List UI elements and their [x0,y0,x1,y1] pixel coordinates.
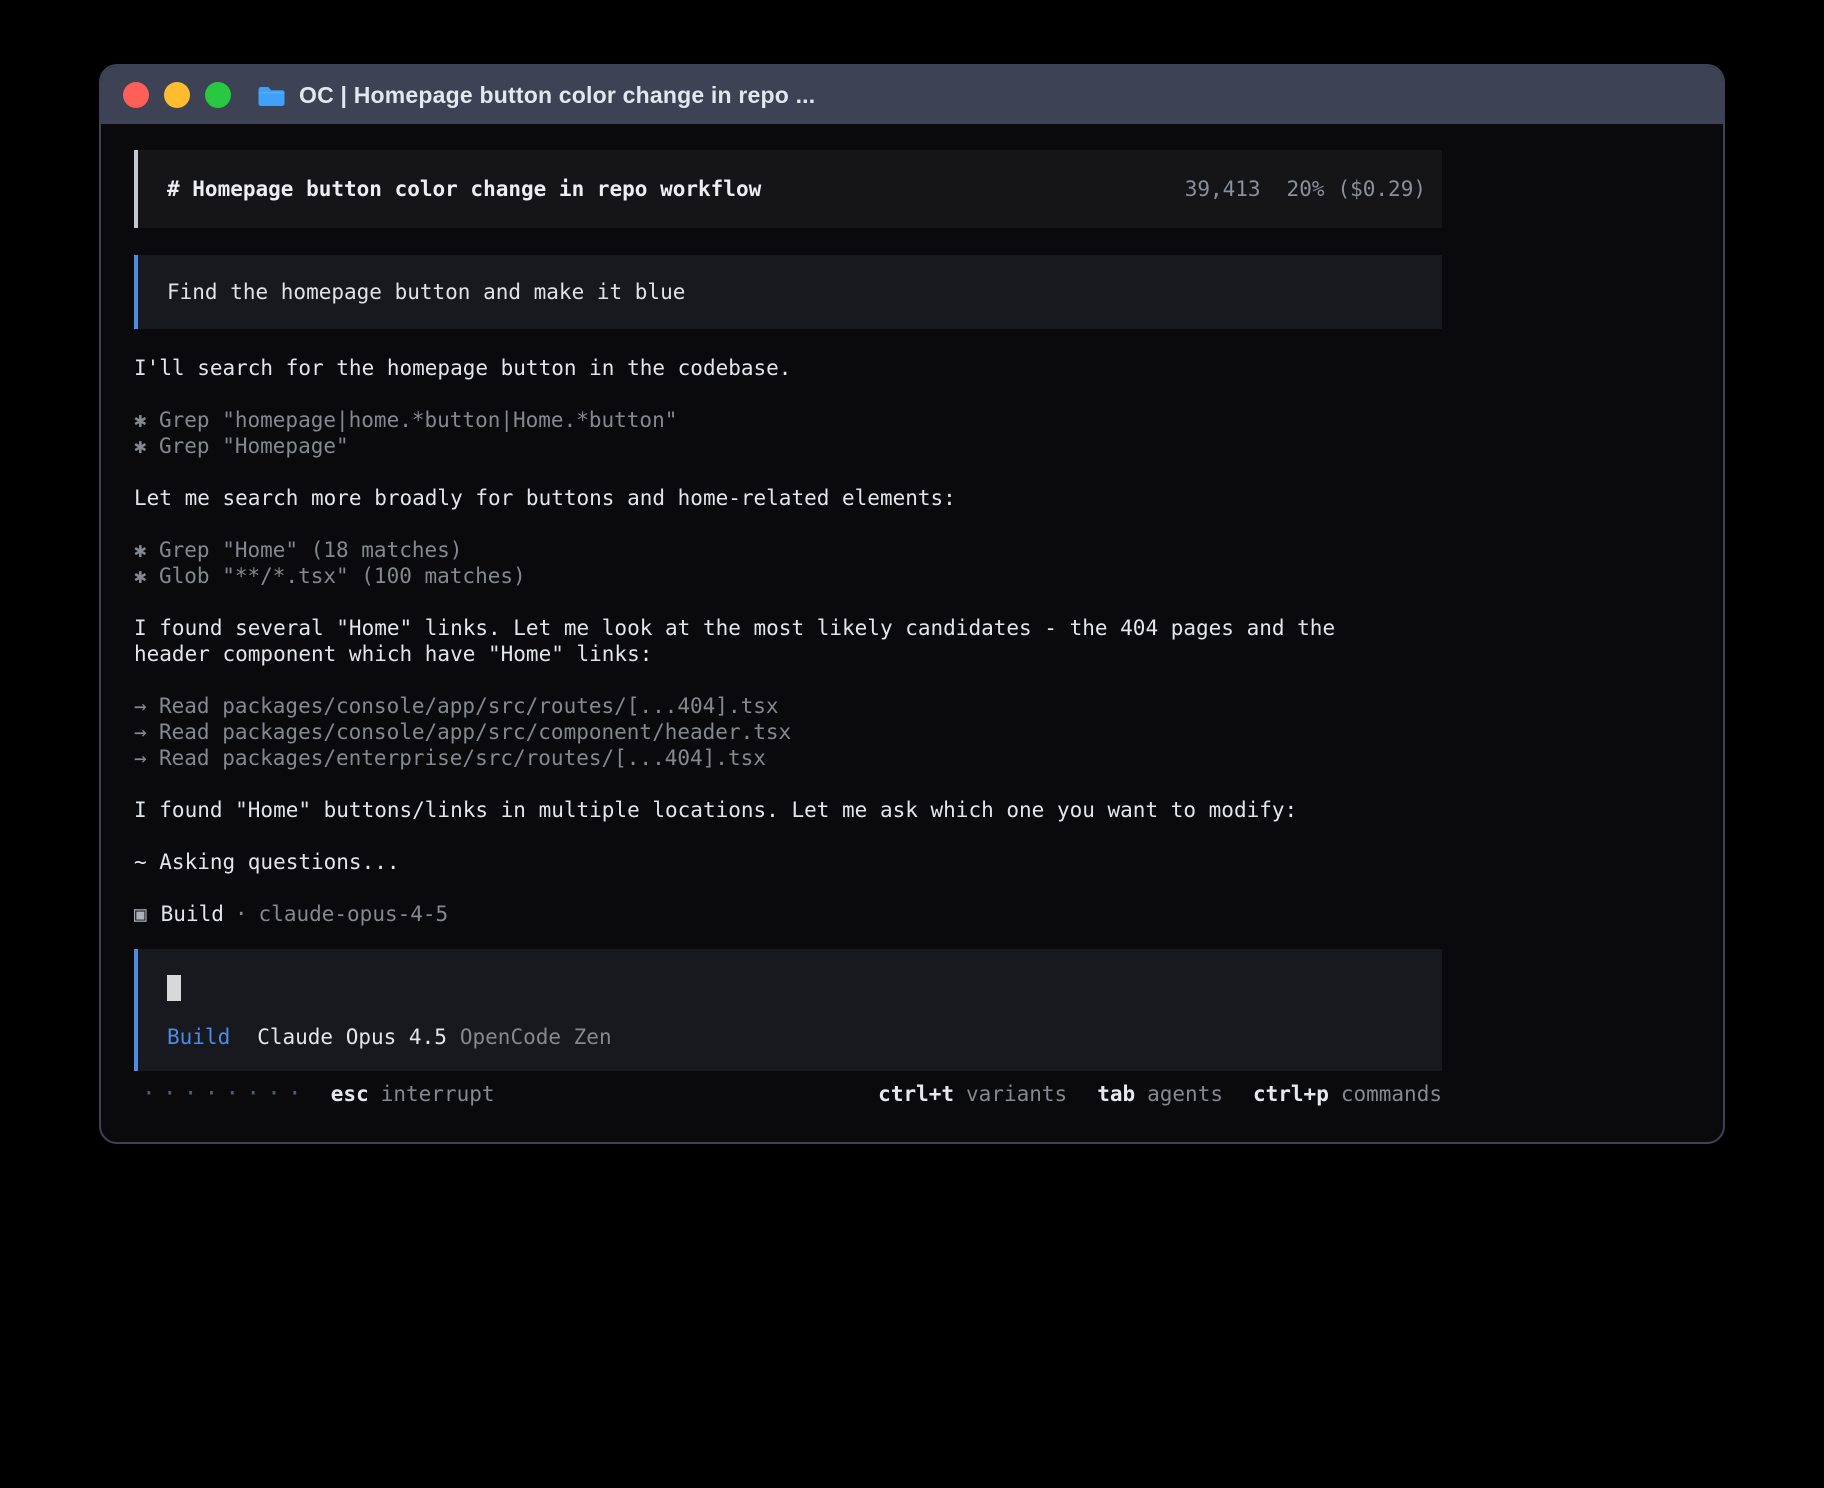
assistant-message: Let me search more broadly for buttons a… [134,485,1442,511]
agent-name: Build [161,901,224,927]
tool-call-text: Grep "Home" (18 matches) [159,538,462,562]
window-title: OC | Homepage button color change in rep… [299,82,815,109]
prompt-input[interactable]: Build Claude Opus 4.5 OpenCode Zen [134,949,1442,1071]
agent-model: claude-opus-4-5 [259,901,449,927]
agent-status-row: ▣ Build · claude-opus-4-5 [134,901,1442,927]
footer-shortcuts: ctrl+t variants tab agents ctrl+p comman… [848,1082,1442,1106]
session-stats: 39,413 20% ($0.29) [1185,177,1426,201]
grep-tool-icon: ✱ [134,407,159,433]
session-header: # Homepage button color change in repo w… [134,150,1442,228]
traffic-lights [123,82,231,108]
tool-call-text: Grep "homepage|home.*button|Home.*button… [159,408,677,432]
footer-left: ········ esc interrupt [134,1081,495,1107]
tool-call-text: Glob "**/*.tsx" (100 matches) [159,564,526,588]
model-name[interactable]: Claude Opus 4.5 [257,1025,447,1049]
session-title: # Homepage button color change in repo w… [167,177,761,201]
agent-square-icon: ▣ [134,901,147,927]
tool-call-line: ✱Grep "homepage|home.*button|Home.*butto… [134,407,1442,433]
window-titlebar[interactable]: OC | Homepage button color change in rep… [101,66,1723,124]
shortcut-variants: ctrl+t variants [878,1082,1067,1106]
terminal-window: OC | Homepage button color change in rep… [99,64,1725,1144]
tool-call-text: Read packages/enterprise/src/routes/[...… [159,746,766,770]
agent-separator: · [235,901,248,927]
tool-call-line: ✱Glob "**/*.tsx" (100 matches) [134,563,1442,589]
tool-call-group: →Read packages/console/app/src/routes/[.… [134,693,1442,771]
tool-call-line: ✱Grep "Home" (18 matches) [134,537,1442,563]
user-message: Find the homepage button and make it blu… [134,255,1442,329]
status-footer: ········ esc interrupt ctrl+t variants t… [134,1081,1442,1107]
tool-call-line: →Read packages/enterprise/src/routes/[..… [134,745,1442,771]
esc-key-label: interrupt [381,1082,495,1106]
assistant-message: I found "Home" buttons/links in multiple… [134,797,1442,823]
grep-tool-icon: ✱ [134,433,159,459]
text-cursor [167,975,181,1001]
provider-name: OpenCode Zen [460,1025,612,1049]
zoom-button[interactable] [205,82,231,108]
read-tool-arrow-icon: → [134,719,159,745]
spinner-dots-icon: ········ [142,1081,309,1107]
token-count: 39,413 [1185,177,1261,201]
agent-mode-label[interactable]: Build [167,1025,230,1049]
status-line: ~ Asking questions... [134,849,1442,875]
read-tool-arrow-icon: → [134,745,159,771]
grep-tool-icon: ✱ [134,537,159,563]
desktop-background: OC | Homepage button color change in rep… [0,0,1824,1488]
shortcut-key: ctrl+p [1253,1082,1329,1106]
assistant-message: I found several "Home" links. Let me loo… [134,615,1378,667]
esc-key-hint: esc [331,1082,369,1106]
shortcut-key: ctrl+t [878,1082,954,1106]
read-tool-arrow-icon: → [134,693,159,719]
tool-call-line: →Read packages/console/app/src/component… [134,719,1442,745]
shortcut-commands: ctrl+p commands [1253,1082,1442,1106]
input-status-bar: Build Claude Opus 4.5 OpenCode Zen [167,1025,1413,1049]
folder-icon [257,83,286,107]
shortcut-agents: tab agents [1097,1082,1223,1106]
minimize-button[interactable] [164,82,190,108]
shortcut-key: tab [1097,1082,1135,1106]
shortcut-label: variants [966,1082,1067,1106]
glob-tool-icon: ✱ [134,563,159,589]
tool-call-line: →Read packages/console/app/src/routes/[.… [134,693,1442,719]
user-message-text: Find the homepage button and make it blu… [167,280,685,304]
tool-call-group: ✱Grep "Home" (18 matches) ✱Glob "**/*.ts… [134,537,1442,589]
shortcut-label: agents [1147,1082,1223,1106]
context-percentage: 20% [1287,177,1325,201]
tool-call-text: Grep "Homepage" [159,434,349,458]
terminal-content: # Homepage button color change in repo w… [101,124,1723,1142]
tool-call-line: ✱Grep "Homepage" [134,433,1442,459]
close-button[interactable] [123,82,149,108]
session-cost: ($0.29) [1337,177,1426,201]
assistant-message: I'll search for the homepage button in t… [134,355,1442,381]
tool-call-group: ✱Grep "homepage|home.*button|Home.*butto… [134,407,1442,459]
tool-call-text: Read packages/console/app/src/routes/[..… [159,694,779,718]
shortcut-label: commands [1341,1082,1442,1106]
tool-call-text: Read packages/console/app/src/component/… [159,720,791,744]
